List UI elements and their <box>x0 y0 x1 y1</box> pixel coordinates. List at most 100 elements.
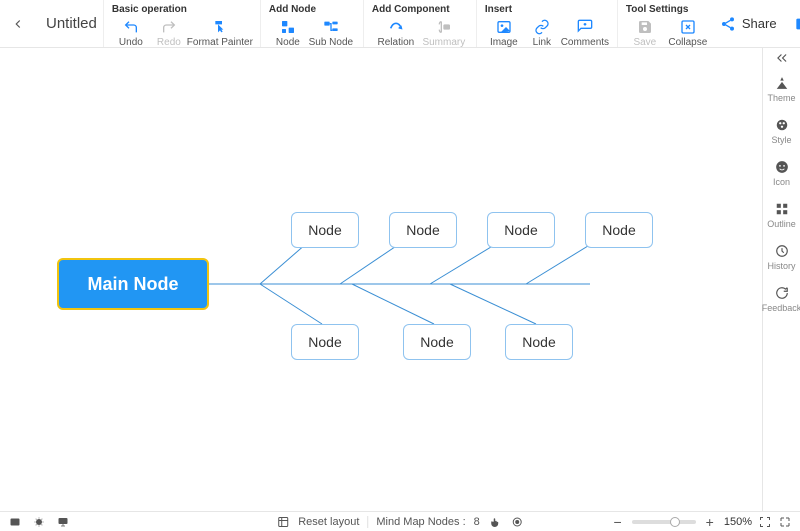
redo-icon <box>160 18 178 36</box>
format-painter-icon <box>211 18 229 36</box>
right-icon-label: Icon <box>773 177 790 187</box>
add-node-button[interactable]: Node <box>269 17 307 48</box>
child-node[interactable]: Node <box>505 324 573 360</box>
fullscreen-icon[interactable] <box>778 515 792 529</box>
group-tool-settings-title: Tool Settings <box>626 4 712 17</box>
right-feedback-button[interactable]: Feedback <box>763 278 800 320</box>
style-icon <box>774 117 790 133</box>
main-node[interactable]: Main Node <box>57 258 209 310</box>
insert-image-label: Image <box>490 37 518 48</box>
status-center: Reset layout Mind Map Nodes : 8 <box>276 515 524 529</box>
summary-button[interactable]: Summary <box>420 17 468 48</box>
target-icon[interactable] <box>510 515 524 529</box>
group-insert-buttons: Image Link Comments <box>485 17 609 48</box>
collapse-button[interactable]: Collapse <box>664 17 712 48</box>
right-history-button[interactable]: History <box>763 236 800 278</box>
view-mode-icon-2[interactable] <box>32 515 46 529</box>
toolbar-groups: Basic operation Undo Redo Format Painter… <box>103 0 720 47</box>
reset-layout-button[interactable]: Reset layout <box>298 516 359 528</box>
insert-link-button[interactable]: Link <box>523 17 561 48</box>
add-node-icon <box>279 18 297 36</box>
share-label: Share <box>742 16 777 31</box>
group-insert: Insert Image Link Comments <box>476 0 617 47</box>
right-history-label: History <box>767 261 795 271</box>
chevron-left-icon <box>11 17 25 31</box>
right-icon-button[interactable]: Icon <box>763 152 800 194</box>
child-node[interactable]: Node <box>403 324 471 360</box>
child-node[interactable]: Node <box>487 212 555 248</box>
child-node[interactable]: Node <box>291 212 359 248</box>
save-label: Save <box>633 37 656 48</box>
group-tool-settings-buttons: Save Collapse <box>626 17 712 48</box>
node-count-value: 8 <box>474 516 480 528</box>
add-subnode-button[interactable]: Sub Node <box>307 17 355 48</box>
zoom-in-button[interactable]: + <box>702 514 718 530</box>
canvas-inner: Main Node Node Node Node Node Node Node … <box>0 48 762 511</box>
link-icon <box>533 18 551 36</box>
right-outline-button[interactable]: Outline <box>763 194 800 236</box>
back-button[interactable] <box>8 14 28 34</box>
group-basic-buttons: Undo Redo Format Painter <box>112 17 252 48</box>
relation-button[interactable]: Relation <box>372 17 420 48</box>
group-add-component-buttons: Relation Summary <box>372 17 468 48</box>
group-add-node-title: Add Node <box>269 4 355 17</box>
insert-link-label: Link <box>533 37 551 48</box>
fit-screen-icon[interactable] <box>758 515 772 529</box>
export-button[interactable]: Export <box>795 16 800 32</box>
relation-icon <box>387 18 405 36</box>
right-theme-button[interactable]: Theme <box>763 68 800 110</box>
zoom-out-button[interactable]: − <box>609 514 625 530</box>
top-toolbar: Untitled Basic operation Undo Redo Forma… <box>0 0 800 48</box>
zoom-value: 150% <box>724 516 752 528</box>
collapse-right-panel-button[interactable] <box>763 48 800 68</box>
status-divider <box>367 516 368 528</box>
image-icon <box>495 18 513 36</box>
right-theme-label: Theme <box>767 93 795 103</box>
title-area: Untitled <box>0 0 103 47</box>
comments-icon <box>576 18 594 36</box>
status-bar: Reset layout Mind Map Nodes : 8 − + 150% <box>0 511 800 531</box>
hand-tool-icon[interactable] <box>488 515 502 529</box>
collapse-label: Collapse <box>668 37 707 48</box>
format-painter-label: Format Painter <box>187 37 253 48</box>
reset-layout-icon[interactable] <box>276 515 290 529</box>
node-count-label: Mind Map Nodes : <box>376 516 465 528</box>
group-add-node-buttons: Node Sub Node <box>269 17 355 48</box>
redo-button[interactable]: Redo <box>150 17 188 48</box>
summary-label: Summary <box>422 37 465 48</box>
presentation-icon[interactable] <box>56 515 70 529</box>
share-button[interactable]: Share <box>720 16 777 32</box>
right-style-button[interactable]: Style <box>763 110 800 152</box>
child-node[interactable]: Node <box>389 212 457 248</box>
group-add-node: Add Node Node Sub Node <box>260 0 363 47</box>
right-panel: Theme Style Icon Outline History Feedbac… <box>762 48 800 511</box>
history-icon <box>774 243 790 259</box>
undo-button[interactable]: Undo <box>112 17 150 48</box>
chevron-double-left-icon <box>775 51 789 65</box>
smiley-icon <box>774 159 790 175</box>
zoom-slider-thumb[interactable] <box>670 517 680 527</box>
format-painter-button[interactable]: Format Painter <box>188 17 252 48</box>
child-node[interactable]: Node <box>291 324 359 360</box>
export-icon <box>795 16 800 32</box>
feedback-icon <box>774 285 790 301</box>
right-outline-label: Outline <box>767 219 796 229</box>
zoom-slider[interactable] <box>632 520 696 524</box>
insert-image-button[interactable]: Image <box>485 17 523 48</box>
add-node-label: Node <box>276 37 300 48</box>
relation-label: Relation <box>378 37 415 48</box>
group-insert-title: Insert <box>485 4 609 17</box>
canvas[interactable]: Main Node Node Node Node Node Node Node … <box>0 48 762 511</box>
group-add-component: Add Component Relation Summary <box>363 0 476 47</box>
view-mode-icon-1[interactable] <box>8 515 22 529</box>
add-subnode-icon <box>322 18 340 36</box>
save-icon <box>636 18 654 36</box>
insert-comments-button[interactable]: Comments <box>561 17 609 48</box>
right-style-label: Style <box>771 135 791 145</box>
save-button[interactable]: Save <box>626 17 664 48</box>
status-left <box>0 515 70 529</box>
document-title[interactable]: Untitled <box>46 15 97 32</box>
group-add-component-title: Add Component <box>372 4 468 17</box>
share-icon <box>720 16 736 32</box>
child-node[interactable]: Node <box>585 212 653 248</box>
